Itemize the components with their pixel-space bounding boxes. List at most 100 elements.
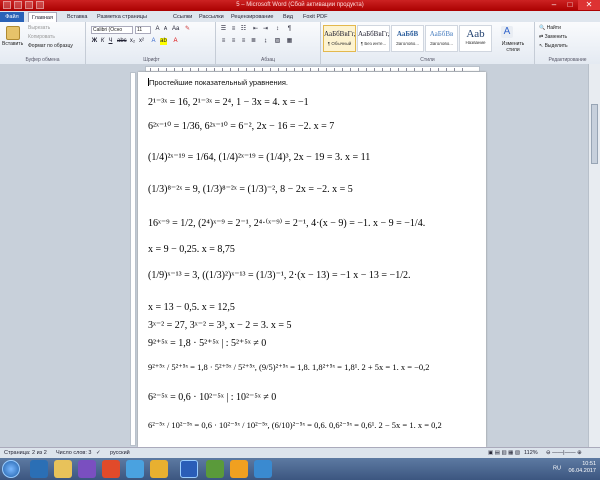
shrink-font-icon[interactable]: A (162, 26, 169, 33)
font-size-select[interactable]: 11 (135, 26, 151, 34)
tab-references[interactable]: Ссылки (170, 12, 195, 22)
find-button[interactable]: 🔍 Найти (539, 25, 561, 31)
style-heading-2[interactable]: АаБбВв Заголово... (425, 25, 458, 52)
decrease-indent-icon[interactable]: ⇤ (252, 26, 259, 33)
cut-button[interactable]: Вырезать (28, 25, 50, 31)
highlight-icon[interactable]: ab (160, 38, 167, 45)
start-button-icon[interactable] (2, 460, 20, 478)
ruler-tick (398, 68, 399, 71)
align-right-icon[interactable]: ≡ (240, 38, 247, 45)
equation-line[interactable]: (1/9)ˣ⁻¹³ = 3, ((1/3)²)ˣ⁻¹³ = (1/3)⁻¹, 2… (148, 270, 410, 281)
equation-line[interactable]: 6²⁻⁵ˣ = 0,6 · 10²⁻⁵ˣ | : 10²⁻⁵ˣ ≠ 0 (148, 392, 276, 403)
change-case-icon[interactable]: Aa (172, 26, 179, 33)
italic-icon[interactable]: К (99, 38, 106, 45)
bullets-icon[interactable]: ☰ (220, 26, 227, 33)
word-count[interactable]: Число слов: 3 (56, 450, 91, 456)
opera-icon[interactable] (102, 460, 120, 478)
tab-mailings[interactable]: Рассылки (196, 12, 227, 22)
sort-icon[interactable]: ↕ (274, 26, 281, 33)
language-tray[interactable]: RU (553, 465, 561, 471)
tab-view[interactable]: Вид (280, 12, 296, 22)
clipboard-group: Вставить Вырезать Копировать Формат по о… (0, 22, 86, 64)
skype-icon[interactable] (126, 460, 144, 478)
aimp-icon[interactable] (150, 460, 168, 478)
media-icon[interactable] (206, 460, 224, 478)
equation-line[interactable]: (1/3)⁸⁻²ˣ = 9, (1/3)⁸⁻²ˣ = (1/3)⁻², 8 − … (148, 184, 353, 195)
minimize-button[interactable]: – (546, 0, 562, 10)
shading-icon[interactable]: ▨ (274, 38, 281, 45)
font-name-select[interactable]: Calibri (Осно (91, 26, 133, 34)
multilevel-list-icon[interactable]: ☷ (240, 26, 247, 33)
tab-home[interactable]: Главная (28, 12, 57, 22)
strikethrough-icon[interactable]: abc (117, 38, 127, 45)
justify-icon[interactable]: ≣ (250, 38, 257, 45)
select-button[interactable]: ↖ Выделить (539, 43, 568, 49)
equation-line[interactable]: x = 13 − 0,5. x = 12,5 (148, 302, 235, 313)
spelling-icon[interactable]: ✓ (96, 450, 101, 456)
clear-format-icon[interactable]: ✎ (184, 26, 191, 33)
paste-icon[interactable] (6, 26, 20, 40)
equation-line[interactable]: 9²⁺⁵ˣ = 1,8 · 5²⁺⁵ˣ | : 5²⁺⁵ˣ ≠ 0 (148, 338, 266, 349)
paste-button[interactable]: Вставить (2, 41, 23, 47)
close-button[interactable]: ✕ (578, 0, 600, 10)
equation-line[interactable]: 6²⁻⁵ˣ / 10²⁻⁵ˣ = 0,6 · 10²⁻⁵ˣ / 10²⁻⁵ˣ, … (148, 420, 442, 431)
subscript-icon[interactable]: x₂ (129, 38, 136, 45)
tab-foxit-pdf[interactable]: Foxit PDF (300, 12, 330, 22)
equation-line[interactable]: 9²⁺⁵ˣ / 5²⁺⁵ˣ = 1,8 · 5²⁺⁵ˣ / 5²⁺⁵ˣ, (9/… (148, 362, 430, 373)
underline-icon[interactable]: Ч (107, 38, 114, 45)
copy-button[interactable]: Копировать (28, 34, 55, 40)
tab-insert[interactable]: Вставка (64, 12, 90, 22)
vertical-ruler[interactable] (130, 72, 136, 446)
borders-icon[interactable]: ▦ (286, 38, 293, 45)
ruler-tick (222, 68, 223, 71)
explorer-icon[interactable] (54, 460, 72, 478)
app-icon[interactable] (78, 460, 96, 478)
superscript-icon[interactable]: x² (138, 38, 145, 45)
align-left-icon[interactable]: ≡ (220, 38, 227, 45)
maximize-button[interactable]: □ (562, 0, 578, 10)
app-icon[interactable] (254, 460, 272, 478)
word-taskbar-icon[interactable] (180, 460, 198, 478)
change-styles-button[interactable]: Изменить стили (495, 41, 531, 53)
equation-line[interactable]: 16ˣ⁻⁹ = 1/2, (2⁴)ˣ⁻⁹ = 2⁻¹, 2⁴·⁽ˣ⁻⁹⁾ = 2… (148, 218, 425, 229)
style-heading-1[interactable]: АаБбВ Заголово... (391, 25, 424, 52)
view-buttons[interactable]: ▣ ▤ ▥ ▦ ▧ (488, 450, 520, 456)
equation-line[interactable]: x = 9 − 0,25. x = 8,75 (148, 244, 235, 255)
ruler-tick (438, 68, 439, 71)
ie-icon[interactable] (30, 460, 48, 478)
equation-line[interactable]: 6²ˣ⁻¹⁰ = 1/36, 6²ˣ⁻¹⁰ = 6⁻², 2x − 16 = −… (148, 121, 334, 132)
style-no-spacing[interactable]: АаБбВвГг, ¶ Без инте... (357, 25, 390, 52)
tab-page-layout[interactable]: Разметка страницы (94, 12, 150, 22)
format-painter-button[interactable]: Формат по образцу (28, 43, 73, 49)
align-center-icon[interactable]: ≡ (230, 38, 237, 45)
language-indicator[interactable]: русский (110, 450, 130, 456)
tab-file[interactable]: Файл (0, 12, 24, 22)
ruler-tick (278, 68, 279, 71)
equation-line[interactable]: (1/4)²ˣ⁻¹⁹ = 1/64, (1/4)²ˣ⁻¹⁹ = (1/4)³, … (148, 152, 370, 163)
text-effects-icon[interactable]: A (150, 38, 157, 45)
line-spacing-icon[interactable]: ↨ (262, 38, 269, 45)
zoom-slider[interactable]: ⊖ ——|—— ⊕ (546, 450, 582, 456)
document-heading[interactable]: Простейшие показательный уравнения. (148, 78, 288, 87)
change-styles-icon[interactable]: A (501, 26, 513, 38)
scrollbar-thumb[interactable] (591, 104, 598, 164)
zoom-level[interactable]: 112% (524, 450, 538, 456)
bold-icon[interactable]: Ж (91, 38, 98, 45)
show-marks-icon[interactable]: ¶ (286, 26, 293, 33)
clock[interactable]: 10:51 06.04.2017 (568, 461, 596, 475)
replace-button[interactable]: ⇄ Заменить (539, 34, 567, 40)
grow-font-icon[interactable]: A (154, 26, 161, 33)
equation-line[interactable]: 3ˣ⁻² = 27, 3ˣ⁻² = 3³, x − 2 = 3. x = 5 (148, 320, 292, 331)
style-normal[interactable]: АаБбВвГг, ¶ Обычный (323, 25, 356, 52)
increase-indent-icon[interactable]: ⇥ (262, 26, 269, 33)
ruler-tick (254, 68, 255, 71)
chrome-icon[interactable] (230, 460, 248, 478)
font-color-icon[interactable]: A (172, 38, 179, 45)
vertical-scrollbar[interactable] (588, 64, 600, 447)
numbering-icon[interactable]: ≡ (230, 26, 237, 33)
ruler-tick (230, 68, 231, 71)
style-title[interactable]: Ааb Название (459, 25, 492, 52)
equation-line[interactable]: 2¹⁻³ˣ = 16, 2¹⁻³ˣ = 2⁴, 1 − 3x = 4. x = … (148, 97, 309, 108)
tab-review[interactable]: Рецензирование (228, 12, 276, 22)
page-counter[interactable]: Страница: 2 из 2 (4, 450, 47, 456)
